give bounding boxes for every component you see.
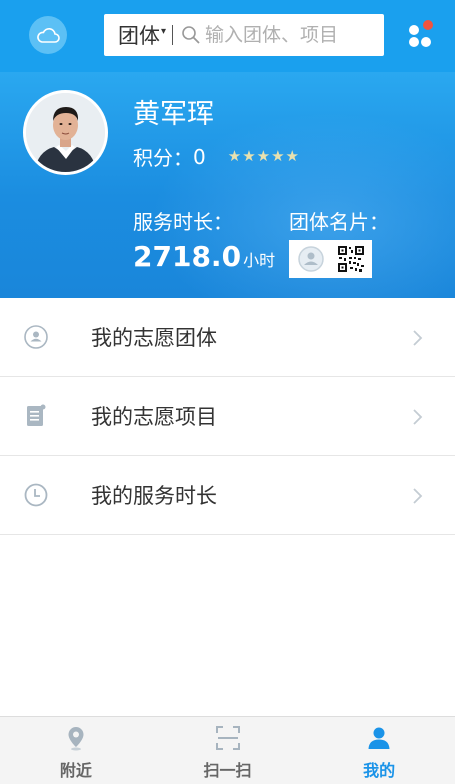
search-type-dropdown[interactable]: 团体 ▾ bbox=[104, 20, 166, 50]
service-hours-label: 服务时长： bbox=[133, 210, 233, 234]
cloud-button[interactable] bbox=[29, 16, 67, 54]
location-pin-icon bbox=[68, 727, 84, 751]
menu-list: 我的志愿团体 我的志愿项目 我的服务时长 bbox=[0, 298, 455, 535]
search-input[interactable] bbox=[205, 24, 376, 46]
person-icon bbox=[368, 727, 390, 749]
star-icon: ★ bbox=[242, 147, 256, 165]
avatar-photo bbox=[26, 93, 105, 172]
star-rating: ★ ★ ★ ★ ★ bbox=[228, 149, 299, 164]
group-icon bbox=[24, 325, 48, 349]
points-row: 积分： 0 ★ ★ ★ ★ ★ bbox=[133, 142, 299, 171]
scan-icon bbox=[215, 726, 240, 750]
star-icon: ★ bbox=[227, 147, 242, 165]
service-hours-number: 2718.0 bbox=[133, 240, 242, 273]
nav-nearby[interactable]: 附近 bbox=[0, 717, 152, 784]
menu-item-label: 我的服务时长 bbox=[91, 484, 217, 508]
nav-label: 我的 bbox=[363, 761, 396, 780]
group-card-label: 团体名片： bbox=[289, 210, 389, 234]
top-bar: 团体 ▾ bbox=[0, 0, 455, 72]
search-box[interactable]: 团体 ▾ bbox=[104, 14, 384, 56]
menu-item-label: 我的志愿团体 bbox=[91, 326, 217, 350]
menu-item-my-service-hours[interactable]: 我的服务时长 bbox=[0, 456, 455, 535]
chevron-right-icon bbox=[413, 330, 423, 346]
qr-code-icon bbox=[337, 245, 365, 273]
document-icon bbox=[27, 404, 46, 426]
star-icon: ★ bbox=[256, 147, 271, 165]
search-icon bbox=[182, 26, 200, 44]
star-icon: ★ bbox=[271, 147, 285, 165]
service-hours-unit: 小时 bbox=[243, 251, 276, 270]
user-name: 黄军珲 bbox=[133, 99, 214, 130]
service-hours-value: 2718.0 小时 bbox=[133, 240, 275, 273]
chevron-right-icon bbox=[413, 409, 423, 425]
nav-scan[interactable]: 扫一扫 bbox=[152, 717, 304, 784]
star-icon: ★ bbox=[285, 147, 299, 165]
caret-down-icon: ▾ bbox=[161, 25, 167, 37]
profile-header: 黄军珲 积分： 0 ★ ★ ★ ★ ★ 服务时长： 2718.0 小时 团体名片… bbox=[0, 72, 455, 298]
search-type-label: 团体 bbox=[118, 24, 160, 48]
group-card-button[interactable] bbox=[289, 240, 372, 278]
nav-label: 附近 bbox=[59, 761, 92, 780]
menu-item-label: 我的志愿项目 bbox=[91, 405, 217, 429]
points-value: 0 bbox=[193, 144, 206, 169]
menu-item-my-groups[interactable]: 我的志愿团体 bbox=[0, 298, 455, 377]
cloud-icon bbox=[37, 28, 60, 43]
clock-icon bbox=[24, 483, 48, 507]
notification-dot bbox=[423, 20, 433, 30]
menu-item-my-projects[interactable]: 我的志愿项目 bbox=[0, 377, 455, 456]
bottom-nav: 附近 扫一扫 我的 bbox=[0, 716, 455, 784]
search-divider bbox=[172, 25, 174, 45]
chevron-right-icon bbox=[413, 488, 423, 504]
nav-mine[interactable]: 我的 bbox=[303, 717, 455, 784]
nav-label: 扫一扫 bbox=[203, 761, 252, 780]
points-label: 积分： bbox=[133, 146, 193, 170]
avatar[interactable] bbox=[23, 90, 108, 175]
group-avatar-icon bbox=[298, 246, 324, 272]
